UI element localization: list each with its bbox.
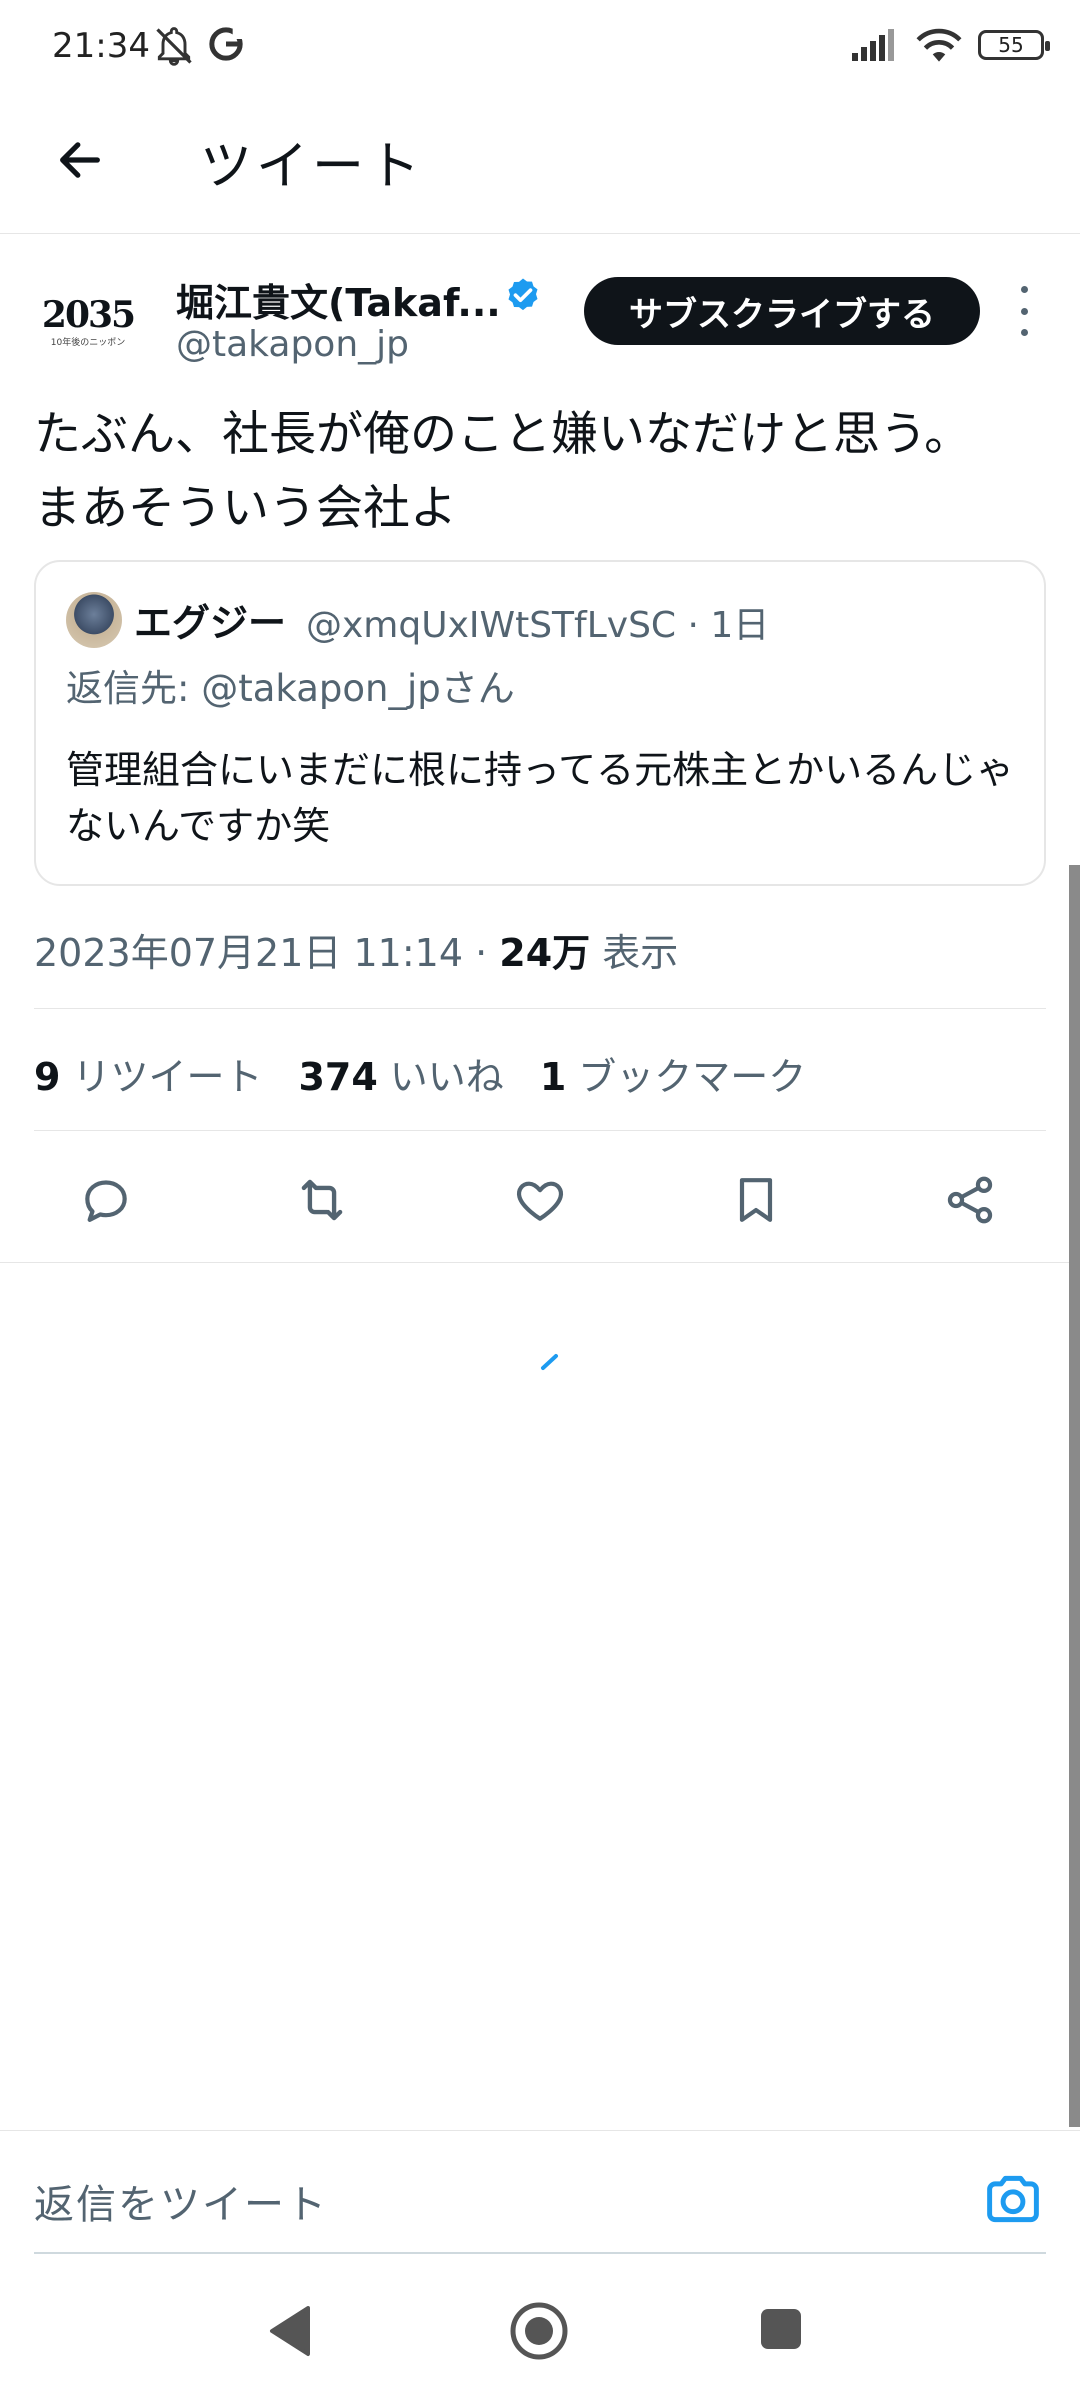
likes-count: 374 [298, 1055, 378, 1099]
divider [0, 2130, 1080, 2131]
camera-icon [987, 2175, 1039, 2223]
wifi-icon [916, 28, 962, 62]
reply-icon [85, 1180, 127, 1222]
views-count: 24万 [499, 931, 591, 975]
scrollbar[interactable] [1069, 865, 1080, 2127]
more-dot-icon [1020, 307, 1028, 315]
circle-home-icon [510, 2302, 568, 2360]
retweet-icon [301, 1179, 343, 1221]
bookmarks-label: ブックマーク [578, 1055, 807, 1099]
status-time: 21:34 [52, 26, 150, 66]
avatar-logo-subtext: 10年後のニッポン [50, 337, 126, 348]
bookmark-button[interactable] [716, 1160, 796, 1240]
more-dot-icon [1020, 286, 1028, 293]
like-button[interactable] [500, 1160, 580, 1240]
quoted-author-name: エグジー [134, 601, 287, 645]
tweet-stats: 9 リツイート 374 いいね 1 ブックマーク [34, 1046, 806, 1101]
square-recents-icon [761, 2309, 801, 2349]
more-options-button[interactable] [1010, 286, 1038, 336]
author-avatar[interactable]: 2035 10年後のニッポン [38, 272, 138, 372]
retweets-label: リツイート [72, 1055, 263, 1099]
author-name[interactable]: 堀江貴文(Takaf... [176, 272, 501, 327]
tweet-text: たぶん、社長が俺のこと嫌いなだけと思う。 まあそういう会社よ [34, 407, 972, 536]
triangle-back-icon [270, 2306, 310, 2356]
reply-input[interactable]: 返信をツイート [34, 2172, 328, 2230]
nav-recents-button[interactable] [758, 2306, 804, 2356]
heart-icon [516, 1181, 564, 1221]
avatar-logo-text: 2035 [41, 293, 136, 336]
quoted-author-handle: @xmqUxIWtSTfLvSC · 1日 [306, 605, 770, 646]
status-icons-left [152, 24, 246, 68]
quoted-reply-to: 返信先: @takapon_jpさん [66, 658, 515, 712]
divider [0, 1262, 1080, 1263]
signal-icon [852, 29, 894, 61]
retweets-stat[interactable]: 9 リツイート [34, 1046, 262, 1101]
reply-input-underline [34, 2252, 1046, 2254]
bookmark-icon [739, 1178, 773, 1222]
page-title: ツイート [200, 137, 425, 197]
tweet-timestamp: 2023年07月21日 11:14 · [34, 931, 500, 975]
camera-button[interactable] [980, 2166, 1046, 2232]
loading-spinner-icon [541, 1354, 558, 1370]
share-icon [947, 1176, 993, 1224]
nav-home-button[interactable] [508, 2300, 570, 2366]
reply-to-handle: @takapon_jpさん [201, 667, 515, 710]
quoted-tweet-text: 管理組合にいまだに根に持ってる元株主とかいるんじゃないんですか笑 [66, 748, 1015, 848]
arrow-left-icon [60, 142, 100, 178]
divider [34, 1130, 1046, 1131]
bookmarks-stat[interactable]: 1 ブックマーク [540, 1046, 806, 1101]
nav-back-button[interactable] [266, 2304, 314, 2362]
share-button[interactable] [930, 1160, 1010, 1240]
tweet-meta: 2023年07月21日 11:14 · 24万 表示 [34, 922, 678, 977]
likes-label: いいね [389, 1055, 504, 1099]
retweets-count: 9 [34, 1055, 61, 1099]
quoted-author-avatar [66, 592, 122, 648]
author-handle[interactable]: @takapon_jp [176, 324, 409, 365]
bell-off-icon [156, 27, 192, 66]
status-icons-right: 55 [850, 26, 1050, 64]
divider [34, 1008, 1046, 1009]
g-icon [209, 27, 243, 61]
back-button[interactable] [48, 128, 112, 192]
likes-stat[interactable]: 374 いいね [298, 1046, 503, 1101]
tweet-actions [0, 1160, 1080, 1260]
reply-prefix: 返信先: [66, 667, 202, 710]
views-label: 表示 [602, 931, 679, 975]
battery-icon: 55 [978, 30, 1050, 60]
more-dot-icon [1020, 329, 1028, 336]
retweet-button[interactable] [282, 1160, 362, 1240]
header [0, 100, 1080, 234]
bookmarks-count: 1 [539, 1055, 567, 1099]
reply-button[interactable] [66, 1160, 146, 1240]
verified-badge-icon [508, 278, 538, 311]
subscribe-button[interactable]: サブスクライブする [584, 277, 980, 345]
